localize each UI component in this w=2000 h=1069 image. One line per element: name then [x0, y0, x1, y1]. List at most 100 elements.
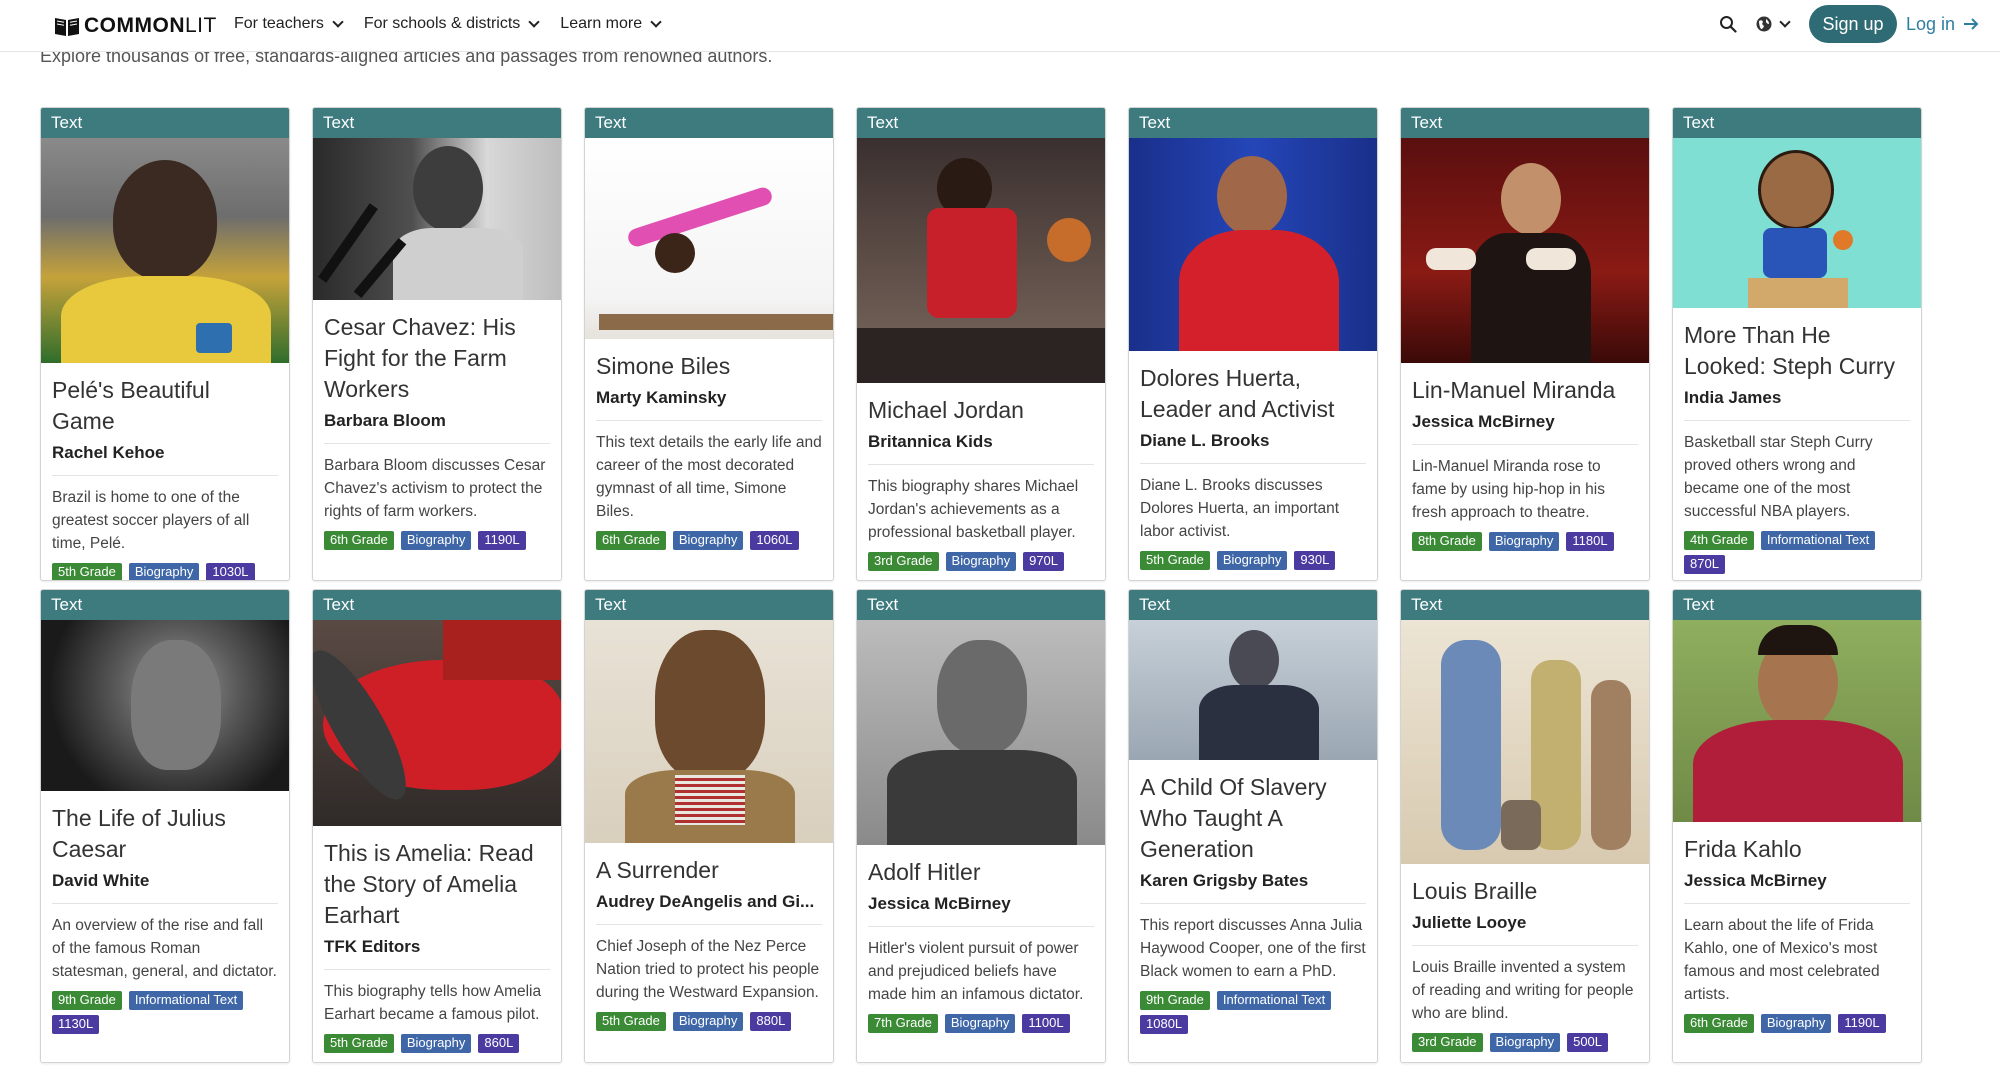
card-author: Jessica McBirney [1412, 412, 1638, 445]
card-type-label: Text [857, 590, 1105, 620]
grade-tag: 6th Grade [324, 531, 394, 550]
lexile-tag: 970L [1023, 552, 1065, 571]
text-card-lin-manuel-miranda[interactable]: Text Lin-Manuel Miranda Jessica McBirney… [1400, 107, 1650, 581]
card-title[interactable]: Louis Braille [1412, 876, 1638, 907]
nav-for-teachers-label: For teachers [234, 15, 324, 32]
card-description: Lin-Manuel Miranda rose to fame by using… [1412, 458, 1606, 521]
commonlit-logo[interactable]: COMMONLIT [53, 13, 217, 39]
card-description: Diane L. Brooks discusses Dolores Huerta… [1140, 477, 1340, 540]
card-image [313, 620, 561, 826]
card-author: Diane L. Brooks [1140, 431, 1366, 464]
lexile-tag: 1100L [1022, 1014, 1070, 1033]
card-title[interactable]: Adolf Hitler [868, 857, 1094, 888]
genre-tag: Biography [128, 563, 200, 580]
card-title[interactable]: The Life of Julius Caesar [52, 803, 278, 865]
grade-tag: 9th Grade [1140, 991, 1210, 1010]
card-type-label: Text [1129, 590, 1377, 620]
card-description: This report discusses Anna Julia Haywood… [1140, 917, 1366, 980]
genre-tag: Biography [944, 1014, 1016, 1033]
card-author: Barbara Bloom [324, 411, 550, 444]
card-title[interactable]: Michael Jordan [868, 395, 1094, 426]
nav-learn-more-label: Learn more [560, 15, 643, 32]
nav-learn-more[interactable]: Learn more [560, 15, 662, 33]
book-logo-icon [55, 18, 79, 36]
lexile-tag: 930L [1294, 551, 1336, 570]
text-card-amelia-earhart[interactable]: Text This is Amelia: Read the Story of A… [312, 589, 562, 1063]
card-image [1129, 138, 1377, 351]
search-icon[interactable] [1719, 15, 1737, 33]
card-author: Rachel Kehoe [52, 443, 278, 476]
grade-tag: 8th Grade [1412, 532, 1482, 551]
card-image [1673, 620, 1921, 822]
card-title[interactable]: More Than He Looked: Steph Curry [1684, 320, 1910, 382]
chevron-down-icon [1779, 16, 1791, 28]
genre-tag: Informational Text [128, 991, 244, 1010]
genre-tag: Biography [1489, 1033, 1561, 1052]
text-card-michael-jordan[interactable]: Text Michael Jordan Britannica Kids This… [856, 107, 1106, 581]
text-card-dolores-huerta[interactable]: Text Dolores Huerta, Leader and Activist… [1128, 107, 1378, 581]
card-author: Britannica Kids [868, 432, 1094, 465]
card-image [1401, 138, 1649, 363]
nav-menu: For teachers For schools & districts Lea… [234, 0, 662, 48]
nav-for-schools[interactable]: For schools & districts [364, 15, 540, 33]
card-type-label: Text [1673, 590, 1921, 620]
card-title[interactable]: A Child Of Slavery Who Taught A Generati… [1140, 772, 1366, 865]
nav-for-teachers[interactable]: For teachers [234, 15, 344, 33]
card-author: India James [1684, 388, 1910, 421]
lexile-tag: 1060L [750, 531, 799, 550]
lexile-tag: 1180L [1566, 532, 1614, 551]
grade-tag: 6th Grade [1684, 1014, 1754, 1033]
grade-tag: 5th Grade [1140, 551, 1210, 570]
card-title[interactable]: Dolores Huerta, Leader and Activist [1140, 363, 1366, 425]
card-image [1401, 620, 1649, 864]
lexile-tag: 870L [1684, 555, 1725, 574]
card-image [41, 620, 289, 791]
card-type-label: Text [585, 108, 833, 138]
card-type-label: Text [41, 590, 289, 620]
grade-tag: 9th Grade [52, 991, 122, 1010]
card-title[interactable]: A Surrender [596, 855, 822, 886]
text-card-anna-julia-cooper[interactable]: Text A Child Of Slavery Who Taught A Gen… [1128, 589, 1378, 1063]
card-title[interactable]: Cesar Chavez: His Fight for the Farm Wor… [324, 312, 550, 405]
card-title[interactable]: Lin-Manuel Miranda [1412, 375, 1638, 406]
grade-tag: 3rd Grade [1412, 1033, 1483, 1052]
text-card-frida-kahlo[interactable]: Text Frida Kahlo Jessica McBirney Learn … [1672, 589, 1922, 1063]
card-image [857, 620, 1105, 845]
genre-tag: Biography [1216, 551, 1288, 570]
text-card-julius-caesar[interactable]: Text The Life of Julius Caesar David Whi… [40, 589, 290, 1063]
card-title[interactable]: Simone Biles [596, 351, 822, 382]
card-title[interactable]: Frida Kahlo [1684, 834, 1910, 865]
lexile-tag: 1130L [52, 1015, 100, 1034]
card-description: This text details the early life and car… [596, 434, 822, 520]
chevron-down-icon [332, 16, 344, 28]
genre-tag: Biography [945, 552, 1017, 571]
text-card-louis-braille[interactable]: Text Louis Braille Juliette Looye Louis … [1400, 589, 1650, 1063]
genre-tag: Biography [1488, 532, 1560, 551]
card-title[interactable]: Pelé's Beautiful Game [52, 375, 278, 437]
card-type-label: Text [1673, 108, 1921, 138]
signup-button[interactable]: Sign up [1809, 5, 1897, 43]
genre-tag: Informational Text [1760, 531, 1876, 550]
genre-tag: Informational Text [1216, 991, 1332, 1010]
card-description: Learn about the life of Frida Kahlo, one… [1684, 917, 1880, 1003]
card-author: Juliette Looye [1412, 913, 1638, 946]
text-card-a-surrender[interactable]: Text A Surrender Audrey DeAngelis and Gi… [584, 589, 834, 1063]
grade-tag: 5th Grade [324, 1034, 394, 1053]
text-card-adolf-hitler[interactable]: Text Adolf Hitler Jessica McBirney Hitle… [856, 589, 1106, 1063]
card-type-label: Text [585, 590, 833, 620]
card-image [1129, 620, 1377, 760]
card-author: David White [52, 871, 278, 904]
text-card-simone-biles[interactable]: Text Simone Biles Marty Kaminsky This te… [584, 107, 834, 581]
card-title[interactable]: This is Amelia: Read the Story of Amelia… [324, 838, 550, 931]
card-author: TFK Editors [324, 937, 550, 970]
login-link[interactable]: Log in [1906, 12, 1979, 36]
genre-tag: Biography [672, 1012, 744, 1031]
card-description: Chief Joseph of the Nez Perce Nation tri… [596, 938, 820, 1001]
text-card-cesar-chavez[interactable]: Text Cesar Chavez: His Fight for the Far… [312, 107, 562, 581]
language-selector[interactable] [1755, 14, 1795, 34]
card-image [585, 620, 833, 843]
text-card-pele[interactable]: Text Pelé's Beautiful Game Rachel Kehoe … [40, 107, 290, 581]
card-author: Jessica McBirney [868, 894, 1094, 927]
lexile-tag: 860L [478, 1034, 520, 1053]
text-card-steph-curry[interactable]: Text More Than He Looked: Steph Curry In… [1672, 107, 1922, 581]
